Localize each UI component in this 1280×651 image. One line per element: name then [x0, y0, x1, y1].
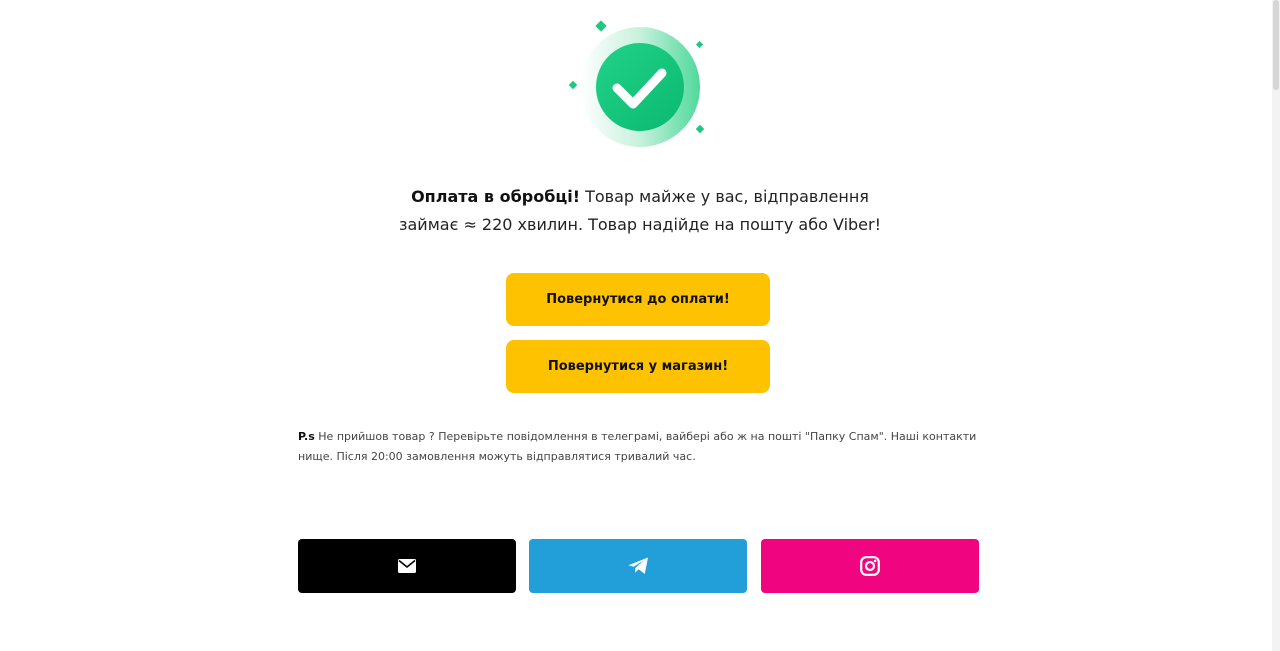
ps-label: P.s — [298, 430, 315, 443]
contact-instagram-button[interactable] — [761, 539, 979, 593]
telegram-icon — [628, 557, 648, 574]
email-icon — [398, 559, 416, 573]
contact-telegram-button[interactable] — [529, 539, 747, 593]
ps-note: P.s Не прийшов товар ? Перевірьте повідо… — [298, 427, 978, 467]
back-to-shop-button[interactable]: Повернутися у магазин! — [506, 340, 770, 393]
ps-text: Не прийшов товар ? Перевірьте повідомлен… — [298, 430, 977, 463]
payment-status-message: Оплата в обробці! Товар майже у вас, від… — [380, 183, 900, 239]
status-title: Оплата в обробці! — [411, 187, 581, 206]
page-scrollbar[interactable] — [1272, 0, 1280, 651]
payment-status-page: Оплата в обробці! Товар майже у вас, від… — [0, 0, 1280, 651]
contact-email-button[interactable] — [298, 539, 516, 593]
success-check-icon — [560, 15, 710, 155]
back-to-payment-button[interactable]: Повернутися до оплати! — [506, 273, 770, 326]
instagram-icon — [860, 556, 880, 576]
scrollbar-thumb[interactable] — [1273, 0, 1279, 90]
